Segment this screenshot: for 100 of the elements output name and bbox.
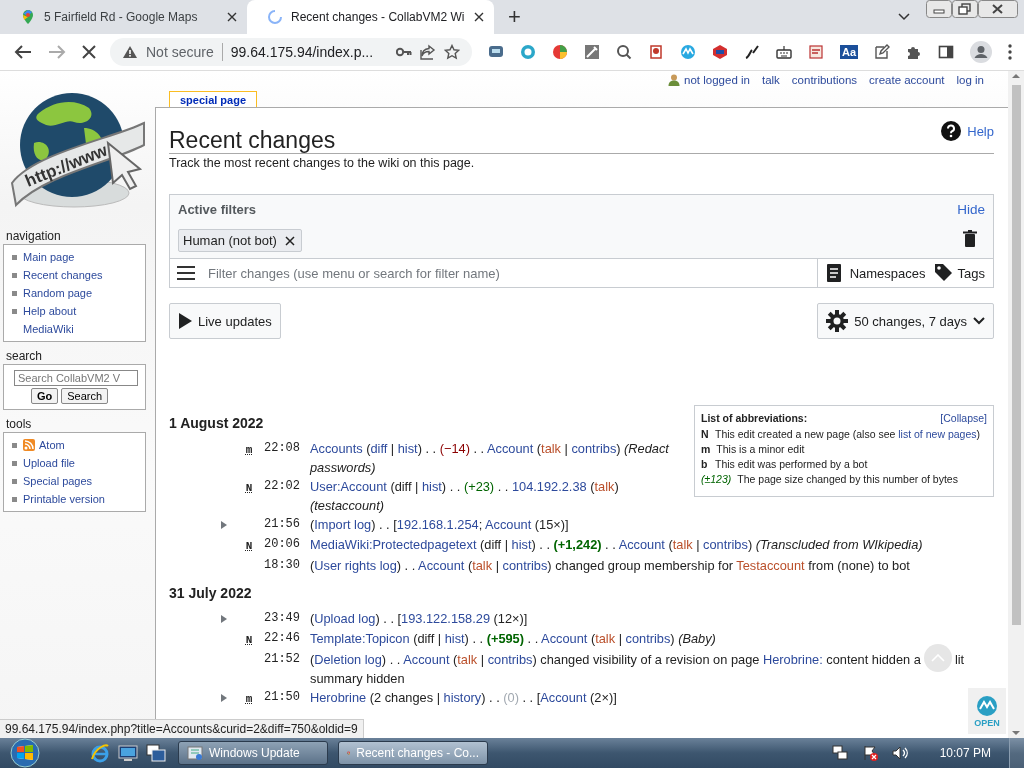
volume-icon[interactable]	[891, 745, 908, 761]
desktop-icon[interactable]	[118, 744, 138, 762]
page-link[interactable]: contribs	[625, 631, 671, 646]
filter-menu-button[interactable]: Namespaces	[825, 259, 926, 287]
page-link[interactable]: Account	[403, 652, 450, 667]
expand-arrow-icon[interactable]	[220, 614, 228, 624]
live-updates-button[interactable]: Live updates	[169, 303, 281, 339]
page-link[interactable]: Account	[418, 558, 465, 573]
browser-tab[interactable]: Recent changes - CollabVM2 Wi	[247, 0, 494, 34]
page-link[interactable]: Template:Topicon	[310, 631, 410, 646]
page-link[interactable]: history	[443, 690, 482, 705]
page-link[interactable]: hist	[421, 479, 442, 494]
sidebar-link[interactable]: Recent changes	[23, 266, 103, 284]
url-text[interactable]: 99.64.175.94/index.p...	[230, 44, 374, 60]
page-link[interactable]: Account	[487, 441, 534, 456]
key-icon[interactable]	[395, 47, 412, 57]
clock[interactable]: 10:07 PM	[939, 746, 991, 760]
switch-windows-icon[interactable]	[146, 744, 166, 762]
close-icon[interactable]	[227, 12, 237, 22]
help-link[interactable]: Help	[967, 123, 994, 139]
collapse-link[interactable]: [Collapse]	[940, 412, 987, 424]
page-link[interactable]: Herobrine:	[762, 652, 823, 667]
menu-icon[interactable]	[176, 265, 196, 281]
page-link[interactable]: list of new pages	[898, 428, 977, 440]
extension-icon[interactable]: Aa	[839, 45, 858, 59]
personal-link[interactable]: log in	[956, 74, 984, 86]
page-link[interactable]: hist	[511, 537, 532, 552]
close-icon[interactable]	[474, 12, 484, 22]
stop-icon[interactable]	[82, 45, 96, 59]
extension-icon[interactable]	[711, 44, 728, 60]
missing-page-link[interactable]: talk	[594, 479, 615, 494]
sidebar-link[interactable]: Main page	[23, 248, 75, 266]
expand-arrow-icon[interactable]	[220, 520, 228, 530]
expand-arrow-icon[interactable]	[220, 693, 228, 703]
scrollbar[interactable]	[1008, 71, 1024, 738]
help-icon[interactable]	[941, 121, 962, 141]
page-link[interactable]: Herobrine	[310, 690, 367, 705]
page-link[interactable]: Account	[540, 690, 587, 705]
scrollbar-thumb[interactable]	[1011, 85, 1021, 625]
page-link[interactable]: contribs	[502, 558, 548, 573]
sidebar-link[interactable]: Help about MediaWiki	[23, 302, 123, 338]
page-link[interactable]: contribs	[703, 537, 748, 552]
browser-icon[interactable]	[90, 743, 110, 763]
action-center-icon[interactable]	[861, 745, 878, 761]
edit-icon[interactable]	[874, 44, 890, 60]
extension-icon[interactable]	[743, 44, 760, 60]
page-link[interactable]: contribs	[487, 652, 533, 667]
missing-page-link[interactable]: talk	[457, 652, 478, 667]
sidebar-link[interactable]: Special pages	[23, 472, 93, 490]
page-link[interactable]: hist	[444, 631, 465, 646]
page-link[interactable]: diff	[370, 441, 388, 456]
filter-search-field[interactable]: Filter changes (use menu or search for filter name)	[206, 264, 817, 282]
page-link[interactable]: User rights log	[314, 558, 397, 573]
sidebar-link[interactable]: Random page	[23, 284, 93, 302]
page-link[interactable]: 193.122.158.29	[401, 611, 491, 626]
security-label[interactable]: Not secure	[146, 44, 214, 60]
sidebar-link[interactable]: Upload file	[23, 454, 75, 472]
close-button[interactable]	[978, 0, 1018, 18]
page-link[interactable]: 104.192.2.38	[511, 479, 587, 494]
page-link[interactable]: hist	[397, 441, 418, 456]
page-link[interactable]: Account	[618, 537, 665, 552]
filter-menu-button[interactable]: Tags	[933, 259, 985, 287]
star-icon[interactable]	[443, 44, 460, 60]
puzzle-icon[interactable]	[906, 44, 922, 60]
personal-link[interactable]: talk	[761, 74, 780, 86]
missing-page-link[interactable]: talk	[595, 631, 616, 646]
browser-tab[interactable]: 5 Fairfield Rd - Google Maps	[0, 0, 247, 34]
missing-page-link[interactable]: Testaccount	[736, 558, 805, 573]
missing-page-link[interactable]: talk	[672, 537, 693, 552]
personal-link[interactable]: contributions	[791, 74, 858, 86]
page-link[interactable]: Account	[485, 517, 532, 532]
missing-page-link[interactable]: talk	[472, 558, 493, 573]
search-field[interactable]: Search CollabVM2 V	[14, 370, 138, 386]
search-button[interactable]: Search	[61, 388, 109, 404]
back-icon[interactable]	[14, 44, 32, 60]
restore-button[interactable]	[952, 0, 978, 18]
page-link[interactable]: User:Account	[310, 479, 387, 494]
taskbar-button[interactable]: Windows Update	[178, 741, 328, 765]
trash-icon[interactable]	[963, 229, 977, 248]
side-panel-icon[interactable]	[938, 44, 954, 60]
page-link[interactable]: Account	[541, 631, 588, 646]
filter-tag[interactable]: Human (not bot)	[178, 229, 302, 252]
extension-icon[interactable]	[615, 44, 632, 60]
sidebar-link[interactable]: Printable version	[23, 490, 105, 508]
address-bar[interactable]: Not secure 99.64.175.94/index.p...	[110, 38, 472, 66]
menu-icon[interactable]	[1008, 44, 1012, 60]
search-button[interactable]: Go	[30, 388, 59, 404]
missing-page-link[interactable]: talk	[541, 441, 562, 456]
page-tab[interactable]: special page	[169, 91, 258, 107]
personal-link[interactable]: create account	[869, 74, 945, 86]
page-link[interactable]: Deletion log	[314, 652, 382, 667]
remove-icon[interactable]	[284, 235, 295, 246]
page-link[interactable]: Upload log	[314, 611, 376, 626]
page-link[interactable]: contribs	[571, 441, 617, 456]
page-link[interactable]: Import log	[314, 517, 372, 532]
extension-icon[interactable]	[775, 44, 792, 60]
tab-search-icon[interactable]	[898, 13, 910, 21]
network-icon[interactable]	[831, 745, 848, 761]
profile-avatar-icon[interactable]	[970, 41, 992, 63]
hide-link[interactable]: Hide	[957, 202, 985, 217]
